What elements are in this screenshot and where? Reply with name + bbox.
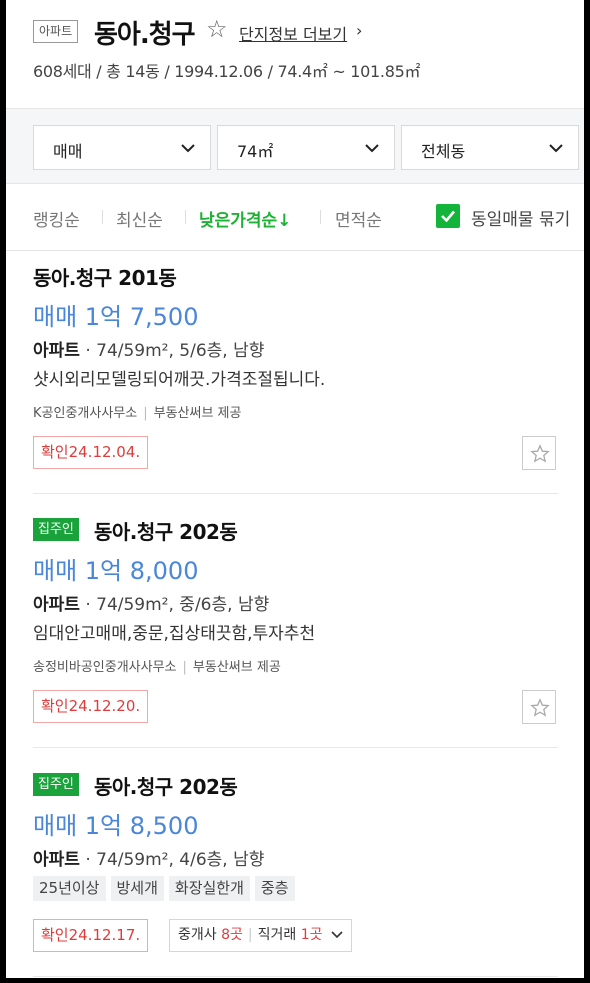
listing-tag: 25년이상 [33,876,106,901]
property-type-badge: 아파트 [33,20,79,43]
trade-type-select[interactable]: 매매 [33,125,211,170]
building-select[interactable]: 전체동 [401,125,579,170]
confirm-date-badge: 확인24.12.04. [33,436,149,469]
listing-item[interactable]: 동아.청구 201동 매매 1억 7,500 아파트 · 74/59m², 5/… [33,262,558,472]
listing-item[interactable]: 집주인 동아.청구 202동 매매 1억 8,500 아파트 · 74/59m²… [33,771,558,971]
group-same-label[interactable]: 동일매물 묶기 [471,205,570,230]
owner-badge: 집주인 [33,773,79,796]
listing-divider [33,747,558,748]
listing-price: 매매 1억 7,500 [33,303,199,331]
trade-type-value: 매매 [53,142,83,161]
area-value: 74㎡ [237,142,274,161]
listing-description: 임대안고매매,중문,집상태끗함,투자추천 [33,624,316,644]
sort-divider [320,210,321,224]
sort-divider [185,210,186,224]
favorite-star-icon[interactable]: ☆ [206,17,228,41]
brokers-toggle-button[interactable]: 중개사 8곳 | 직거래 1곳 [169,919,352,952]
sort-divider [102,210,103,224]
confirm-date-badge: 확인24.12.20. [33,690,149,723]
listing-spec: 아파트 · 74/59m², 중/6층, 남향 [33,590,269,615]
provider-name: 부동산써브 제공 [153,406,242,421]
listing-tag: 화장실한개 [168,876,250,901]
agent-divider: | [143,406,148,421]
listing-spec-detail: · 74/59m², 4/6층, 남향 [85,850,265,870]
chevron-down-icon [331,931,343,939]
listing-spec: 아파트 · 74/59m², 5/6층, 남향 [33,336,264,361]
listing-tag: 중층 [254,876,295,901]
listing-spec-type: 아파트 [33,341,80,361]
complex-name: 동아.청구 [94,20,196,50]
favorite-button[interactable] [522,436,556,470]
complex-info-link[interactable]: 단지정보 더보기 [239,21,347,45]
listing-item[interactable]: 집주인 동아.청구 202동 매매 1억 8,000 아파트 · 74/59m²… [33,516,558,726]
group-same-checkbox[interactable] [436,204,460,228]
listing-agent: 송정비바공인중개사사무소 | 부동산써브 제공 [33,656,281,675]
complex-summary: 608세대 / 총 14동 / 1994.12.06 / 74.4㎡ ~ 101… [33,62,421,81]
brokers-divider: | [247,927,253,943]
building-value: 전체동 [421,142,466,161]
listing-title[interactable]: 동아.청구 202동 [94,771,238,800]
listing-spec-detail: · 74/59m², 5/6층, 남향 [85,341,265,361]
listing-price: 매매 1억 8,500 [33,812,199,840]
listing-spec-type: 아파트 [33,595,80,615]
direct-label: 직거래 [257,927,297,943]
sort-option-lowest-price[interactable]: 낮은가격순↓ [199,206,291,231]
brokers-count: 8곳 [221,927,243,943]
complex-header: 아파트 동아.청구 ☆ 단지정보 더보기 › 608세대 / 총 14동 / 1… [6,0,584,108]
agency-name: K공인중개사사무소 [33,406,138,421]
star-icon [530,698,550,717]
area-select[interactable]: 74㎡ [217,125,395,170]
favorite-button[interactable] [522,690,556,724]
listing-spec-detail: · 74/59m², 중/6층, 남향 [85,595,270,615]
chevron-down-icon [365,144,379,153]
listing-tags: 25년이상 방세개 화장실한개 중층 [33,876,295,901]
chevron-right-icon[interactable]: › [356,21,362,40]
sort-option-area[interactable]: 면적순 [335,206,382,231]
sort-option-latest[interactable]: 최신순 [116,206,163,231]
checkmark-icon [441,210,455,223]
chevron-down-icon [549,144,563,153]
listing-agent: K공인중개사사무소 | 부동산써브 제공 [33,402,241,421]
listing-title[interactable]: 동아.청구 201동 [33,262,177,291]
confirm-date-badge: 확인24.12.17. [33,919,149,952]
agency-name: 송정비바공인중개사사무소 [33,660,177,675]
provider-name: 부동산써브 제공 [192,660,281,675]
direct-count: 1곳 [300,927,323,943]
listing-price: 매매 1억 8,000 [33,557,199,585]
star-icon [530,444,550,463]
listing-divider [33,493,558,494]
sort-bar: 랭킹순 최신순 낮은가격순↓ 면적순 동일매물 묶기 [6,185,584,251]
listing-spec-type: 아파트 [33,850,80,870]
chevron-down-icon [181,144,195,153]
sort-option-ranking[interactable]: 랭킹순 [33,206,80,231]
listing-divider [33,976,558,977]
listing-title[interactable]: 동아.청구 202동 [94,516,238,545]
listing-description: 샷시외리모델링되어깨끗.가격조절됩니다. [33,370,326,390]
listing-spec: 아파트 · 74/59m², 4/6층, 남향 [33,845,264,870]
listing-tag: 방세개 [110,876,164,901]
agent-divider: | [182,660,187,675]
owner-badge: 집주인 [33,518,79,541]
brokers-label: 중개사 [178,927,217,943]
listing-page: 아파트 동아.청구 ☆ 단지정보 더보기 › 608세대 / 총 14동 / 1… [6,0,584,978]
